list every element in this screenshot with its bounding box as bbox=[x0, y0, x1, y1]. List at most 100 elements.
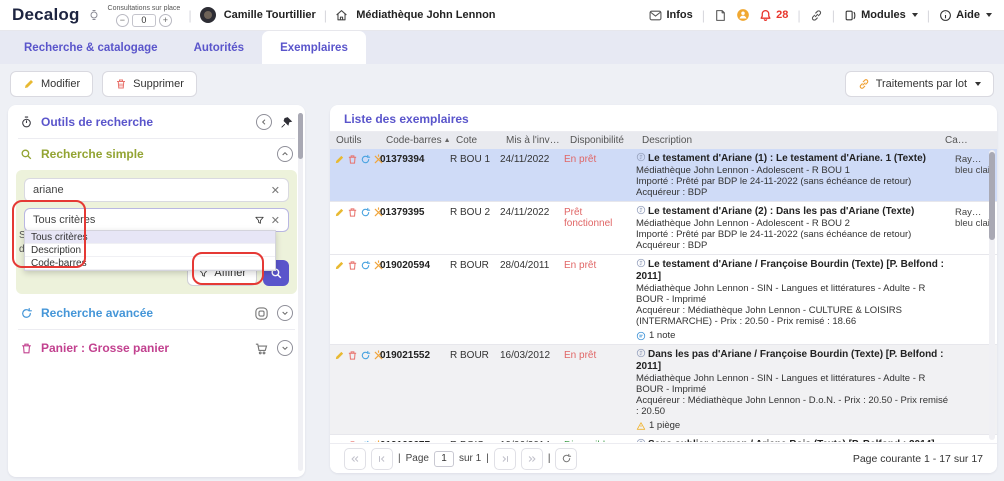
caret-down-icon bbox=[912, 13, 918, 17]
infos-menu[interactable]: Infos bbox=[649, 9, 692, 21]
delete-label: Supprimer bbox=[133, 78, 184, 90]
column-header[interactable]: Code-barres ▲ bbox=[386, 135, 452, 146]
scrollbar-thumb[interactable] bbox=[989, 152, 995, 240]
flag-text: 1 note bbox=[649, 330, 675, 341]
first-page-button[interactable] bbox=[344, 448, 366, 470]
home-icon[interactable] bbox=[335, 9, 348, 22]
criteria-select[interactable]: Tous critères ✕ bbox=[24, 208, 289, 232]
record-details: Médiathèque John Lennon - Adolescent - R… bbox=[636, 165, 951, 198]
advanced-search-icon bbox=[20, 307, 33, 320]
sidebar-scrollbar[interactable] bbox=[298, 113, 303, 471]
decrement-button[interactable]: − bbox=[116, 14, 129, 27]
record-icon bbox=[636, 258, 646, 268]
bulb-icon[interactable] bbox=[736, 8, 750, 22]
criteria-option[interactable]: Tous critères bbox=[25, 231, 275, 244]
library-name[interactable]: Médiathèque John Lennon bbox=[356, 9, 495, 21]
separator: | bbox=[398, 453, 401, 464]
table-row[interactable]: 01379394 R BOU 1 24/11/2022 En prêt Le t… bbox=[330, 149, 997, 202]
modify-button[interactable]: Modifier bbox=[10, 71, 93, 97]
delete-icon[interactable] bbox=[347, 154, 358, 165]
separator: | bbox=[927, 8, 930, 23]
prev-page-button[interactable] bbox=[371, 448, 393, 470]
last-page-button[interactable] bbox=[521, 448, 543, 470]
basket-header[interactable]: Panier : Grosse panier bbox=[8, 339, 305, 357]
user-name[interactable]: Camille Tourtillier bbox=[224, 9, 316, 21]
toolbar: Modifier Supprimer Traitements par lot bbox=[0, 64, 1004, 104]
clear-criteria-icon[interactable]: ✕ bbox=[271, 214, 280, 227]
tools-section-header[interactable]: Outils de recherche bbox=[8, 113, 305, 131]
table-scrollbar[interactable] bbox=[989, 150, 995, 440]
window-icon[interactable] bbox=[254, 306, 269, 321]
advanced-search-title: Recherche avancée bbox=[41, 306, 153, 320]
record-flag: 1 note bbox=[636, 330, 951, 341]
refresh-icon[interactable] bbox=[360, 207, 371, 218]
search-input[interactable] bbox=[33, 184, 253, 196]
increment-button[interactable]: + bbox=[159, 14, 172, 27]
column-label: Description bbox=[642, 135, 692, 146]
delete-icon[interactable] bbox=[347, 350, 358, 361]
table-row[interactable]: 01379395 R BOU 2 24/11/2022 Prêt fonctio… bbox=[330, 202, 997, 255]
chevron-up-circle-icon[interactable] bbox=[277, 146, 293, 162]
status-cell: En prêt bbox=[564, 258, 632, 271]
criteria-option[interactable]: Code-barres bbox=[25, 257, 275, 270]
column-label: Ca… bbox=[945, 135, 968, 146]
column-header[interactable]: Outils bbox=[336, 135, 382, 146]
notifications[interactable]: 28 bbox=[759, 9, 788, 22]
chevron-down-circle-icon[interactable] bbox=[277, 340, 293, 356]
edit-icon[interactable] bbox=[334, 440, 345, 442]
column-header[interactable]: Ca… bbox=[945, 135, 987, 146]
documents-icon[interactable] bbox=[714, 9, 727, 22]
advanced-search-header[interactable]: Recherche avancée bbox=[8, 304, 305, 322]
clear-search-icon[interactable]: ✕ bbox=[271, 184, 280, 197]
bell-icon bbox=[759, 9, 772, 22]
description-cell: Le testament d'Ariane (2) : Dans les pas… bbox=[636, 205, 951, 251]
column-header[interactable]: Description bbox=[642, 135, 941, 146]
refresh-icon[interactable] bbox=[360, 350, 371, 361]
scrollbar-thumb[interactable] bbox=[298, 113, 303, 159]
page-input[interactable] bbox=[434, 451, 454, 467]
delete-icon[interactable] bbox=[347, 440, 358, 442]
tab-exemplaires[interactable]: Exemplaires bbox=[262, 31, 366, 64]
chevron-down-circle-icon[interactable] bbox=[277, 305, 293, 321]
edit-icon[interactable] bbox=[334, 260, 345, 271]
refresh-icon[interactable] bbox=[360, 440, 371, 442]
refresh-list-button[interactable] bbox=[555, 448, 577, 470]
column-header[interactable]: Cote bbox=[456, 135, 502, 146]
simple-search-header[interactable]: Recherche simple bbox=[8, 145, 305, 163]
pagination-bar: | Page sur 1 | | Page courante 1 - 17 su… bbox=[330, 443, 997, 473]
delete-button[interactable]: Supprimer bbox=[102, 71, 197, 97]
user-avatar[interactable] bbox=[200, 7, 216, 23]
watch-icon bbox=[88, 9, 100, 21]
help-menu[interactable]: Aide bbox=[939, 9, 992, 22]
batch-actions-button[interactable]: Traitements par lot bbox=[845, 71, 994, 97]
tab-autorites[interactable]: Autorités bbox=[176, 31, 262, 64]
pin-icon[interactable] bbox=[280, 116, 293, 129]
edit-icon[interactable] bbox=[334, 154, 345, 165]
cart-icon[interactable] bbox=[254, 341, 269, 356]
refresh-icon[interactable] bbox=[360, 154, 371, 165]
description-cell: Le testament d'Ariane (1) : Le testament… bbox=[636, 152, 951, 198]
edit-icon[interactable] bbox=[334, 207, 345, 218]
edit-icon[interactable] bbox=[334, 350, 345, 361]
criteria-option[interactable]: Description bbox=[25, 244, 275, 257]
results-panel: Liste des exemplaires Outils Code-barres… bbox=[330, 105, 997, 473]
collapse-panel-icon[interactable] bbox=[256, 114, 272, 130]
record-details: Médiathèque John Lennon - SIN - Langues … bbox=[636, 283, 951, 327]
record-icon bbox=[636, 438, 646, 442]
column-header[interactable]: Mis à l'inv… bbox=[506, 135, 566, 146]
column-label: Mis à l'inv… bbox=[506, 135, 560, 146]
next-page-button[interactable] bbox=[494, 448, 516, 470]
delete-icon[interactable] bbox=[347, 260, 358, 271]
table-row[interactable]: 019021552 R BOUR 16/03/2012 En prêt Dans… bbox=[330, 345, 997, 435]
column-header[interactable]: Disponibilité bbox=[570, 135, 638, 146]
table-row[interactable]: 019103677 R BOIS 19/06/2014 Disponible S… bbox=[330, 435, 997, 442]
help-label: Aide bbox=[956, 9, 980, 21]
table-row[interactable]: 019020594 R BOUR 28/04/2011 En prêt Le t… bbox=[330, 255, 997, 345]
modules-menu[interactable]: Modules bbox=[844, 9, 918, 22]
link-icon[interactable] bbox=[810, 9, 823, 22]
date-cell: 19/06/2014 bbox=[500, 438, 560, 442]
cote-cell: R BOU 2 bbox=[450, 205, 496, 218]
tab-recherche-catalogage[interactable]: Recherche & catalogage bbox=[6, 31, 176, 64]
refresh-icon[interactable] bbox=[360, 260, 371, 271]
delete-icon[interactable] bbox=[347, 207, 358, 218]
